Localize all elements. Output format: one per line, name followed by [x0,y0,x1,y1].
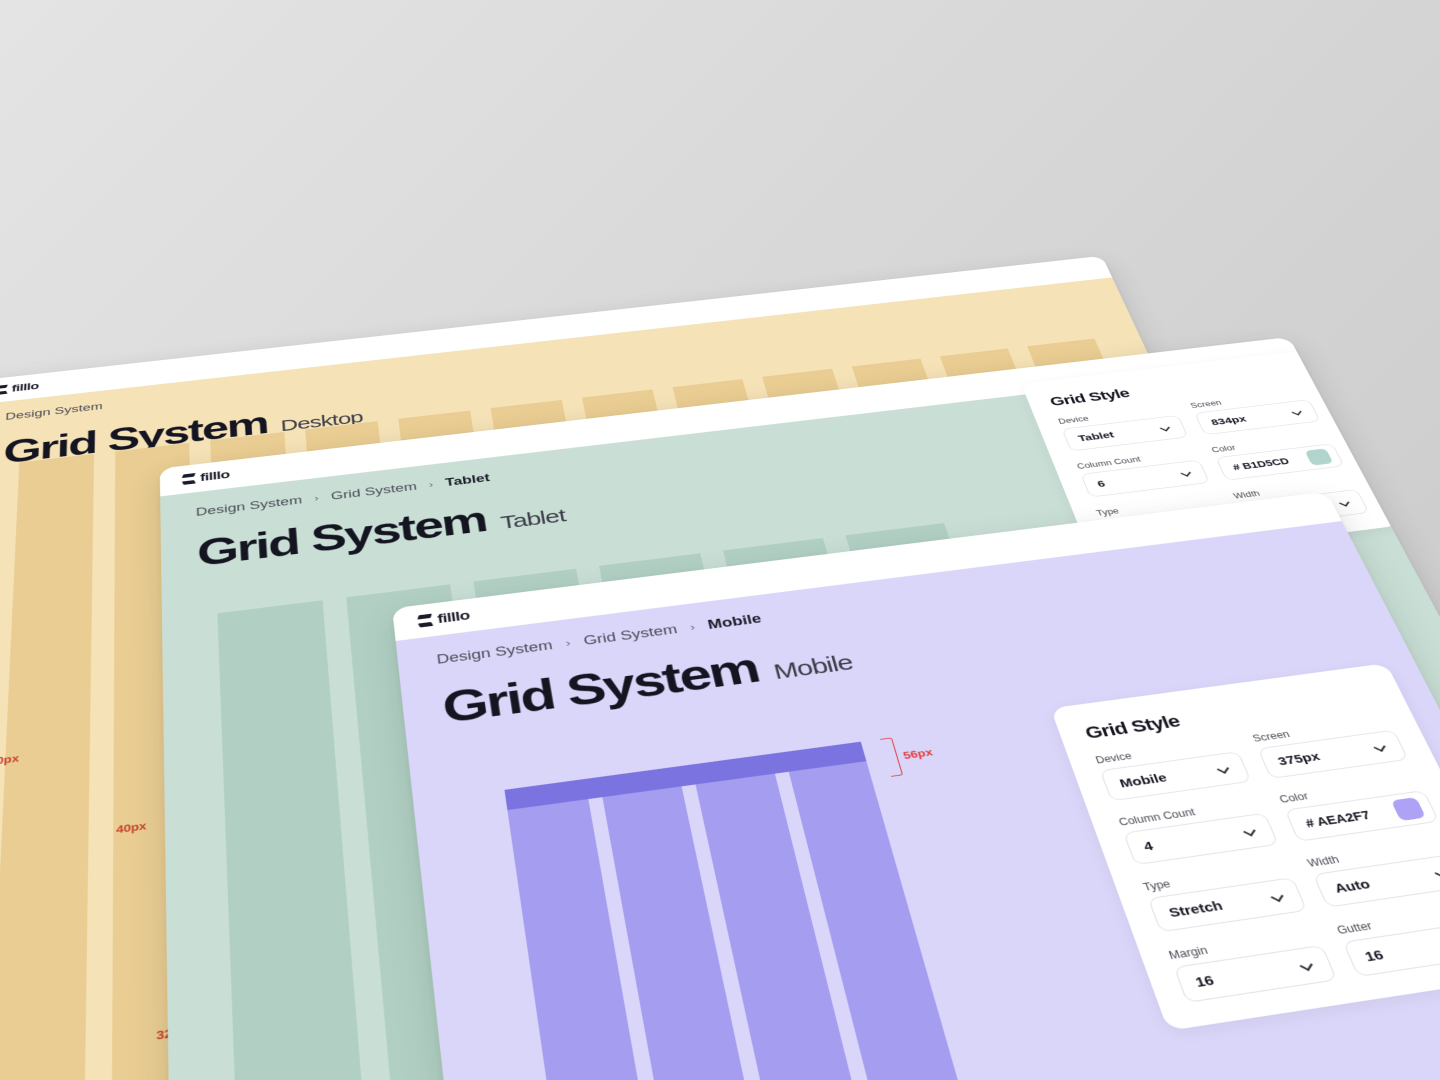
brand-name: filllo [11,380,39,394]
chevron-down-icon [1179,469,1194,478]
field-column-count: Column Count 4 [1117,797,1279,865]
field-margin: Margin 16 [1167,928,1337,1003]
field-gutter: Gutter 16 [1335,903,1440,977]
grid-style-panel: Grid Style Device Mobile Screen 375px [1050,663,1440,1031]
value: 16 [1193,972,1216,990]
title-variant: Mobile [771,651,856,685]
stage: filllo Design System Grid System Desktop… [0,0,1440,1080]
brand-logo: filllo [183,468,230,486]
field-screen: Screen 834px [1189,389,1321,436]
value: 4 [1142,839,1156,854]
field-width: Width Auto [1306,837,1440,907]
chevron-down-icon [1241,825,1260,838]
brand-name: filllo [200,468,230,484]
chevron-down-icon [1215,763,1233,776]
field-column-count: Column Count 6 [1076,448,1210,497]
value: Mobile [1118,771,1169,790]
brand-logo: filllo [418,608,471,629]
logo-icon [0,385,7,395]
crumb[interactable]: Grid System [330,480,417,503]
chevron-right-icon: › [689,621,696,633]
crumb[interactable]: Design System [436,638,554,667]
value: 375px [1276,750,1322,769]
value: Auto [1332,877,1373,896]
value: Tablet [1076,430,1115,444]
chevron-down-icon [1337,498,1353,508]
grid-preview-mobile: 56px [504,742,974,1080]
chevron-right-icon: › [314,493,319,504]
chevron-down-icon [1297,959,1317,974]
value: 834px [1209,414,1248,427]
field-type: Type Stretch [1141,861,1307,933]
value: 6 [1096,478,1107,489]
value: # B1D5CD [1231,456,1291,472]
crumb-current: Mobile [706,611,763,632]
color-swatch [1391,797,1426,821]
chevron-down-icon [1432,866,1440,880]
chevron-down-icon [1268,890,1287,904]
value: # AEA2F7 [1303,808,1372,830]
logo-icon [183,473,195,485]
value: Stretch [1167,898,1225,920]
logo-icon [418,614,433,628]
chevron-down-icon [1158,424,1173,433]
chevron-down-icon [1290,408,1305,417]
crumb-current: Tablet [444,472,490,489]
chevron-right-icon: › [428,479,434,489]
color-swatch [1305,448,1334,465]
title-variant: Tablet [499,506,567,534]
annotation-top-margin: 56px [880,733,938,777]
brand-name: filllo [437,608,471,626]
crumb[interactable]: Design System [196,494,303,519]
chevron-right-icon: › [565,637,572,649]
crumb[interactable]: Grid System [582,622,678,648]
field-device: Device Tablet [1057,404,1188,451]
field-device: Device Mobile [1094,736,1251,801]
field-color: Color # B1D5CD [1210,432,1344,480]
crumb[interactable]: Design System [5,401,103,423]
brand-logo: filllo [0,380,39,395]
annotation-value: 56px [902,746,934,761]
field-color: Color # AEA2F7 [1278,775,1440,842]
field-screen: Screen 375px [1251,715,1409,779]
value: 16 [1362,947,1386,964]
chevron-down-icon [1371,741,1389,753]
